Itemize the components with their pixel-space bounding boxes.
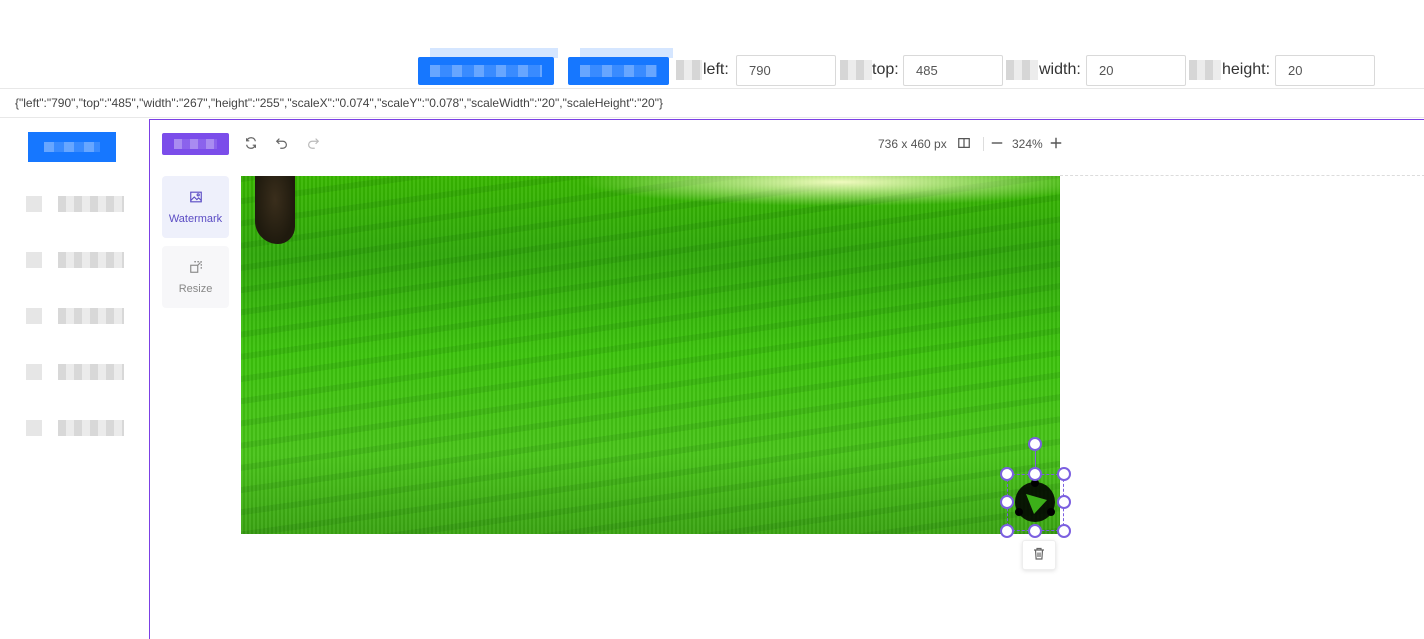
- primary-action-button-1[interactable]: [418, 48, 558, 85]
- delete-button[interactable]: [1022, 540, 1056, 570]
- editor-action-button[interactable]: [162, 133, 229, 155]
- resize-handle-bl[interactable]: [1000, 524, 1014, 538]
- zoom-level: 324%: [1012, 137, 1043, 151]
- redacted-label: [1189, 60, 1221, 80]
- primary-action-button-2[interactable]: [568, 48, 673, 85]
- menu-primary-button[interactable]: [25, 129, 119, 165]
- resize-handle-r[interactable]: [1057, 495, 1071, 509]
- top-label: top:: [872, 61, 899, 78]
- resize-handle-tl[interactable]: [1000, 467, 1014, 481]
- canvas-border: [1060, 175, 1424, 176]
- zoom-in-icon[interactable]: [1047, 134, 1065, 152]
- height-label: height:: [1222, 61, 1271, 78]
- tab-resize[interactable]: Resize: [162, 246, 229, 308]
- redacted-label: [1006, 60, 1038, 80]
- tab-watermark[interactable]: Watermark: [162, 176, 229, 238]
- undo-icon[interactable]: [273, 134, 291, 152]
- json-output-text: {"left":"790","top":"485","width":"267",…: [15, 96, 663, 110]
- canvas-image[interactable]: [241, 176, 1060, 534]
- zoom-out-icon[interactable]: [988, 134, 1006, 152]
- toolbar-divider: [983, 137, 984, 151]
- redacted-label: [676, 60, 702, 80]
- width-input[interactable]: [1086, 55, 1186, 86]
- rotate-handle[interactable]: [1028, 437, 1042, 451]
- image-size-text: 736 x 460 px: [878, 137, 947, 151]
- resize-handle-b[interactable]: [1028, 524, 1042, 538]
- top-toolbar: left: top: width: height:: [0, 0, 1424, 88]
- redacted-label: [840, 60, 872, 80]
- left-label: left:: [703, 61, 729, 78]
- tab-label: Resize: [178, 282, 213, 295]
- image-icon: [189, 190, 203, 207]
- left-menu: [0, 120, 149, 639]
- resize-handle-br[interactable]: [1057, 524, 1071, 538]
- refresh-icon[interactable]: [242, 134, 260, 152]
- resize-handle-l[interactable]: [1000, 495, 1014, 509]
- resize-handle-tr[interactable]: [1057, 467, 1071, 481]
- width-label: width:: [1039, 61, 1081, 78]
- tab-label: Watermark: [168, 212, 223, 225]
- redo-icon[interactable]: [304, 134, 322, 152]
- left-input[interactable]: [736, 55, 836, 86]
- tree-trunk: [255, 176, 295, 244]
- resize-handle-t[interactable]: [1028, 467, 1042, 481]
- play-triangle-icon[interactable]: [1010, 477, 1061, 528]
- resize-icon: [189, 260, 203, 277]
- json-output-bar: {"left":"790","top":"485","width":"267",…: [0, 88, 1424, 118]
- top-input[interactable]: [903, 55, 1003, 86]
- image-editor: 736 x 460 px 324% Watermark Resize: [149, 119, 1424, 639]
- trash-icon: [1033, 547, 1045, 563]
- compare-icon[interactable]: [955, 134, 973, 152]
- height-input[interactable]: [1275, 55, 1375, 86]
